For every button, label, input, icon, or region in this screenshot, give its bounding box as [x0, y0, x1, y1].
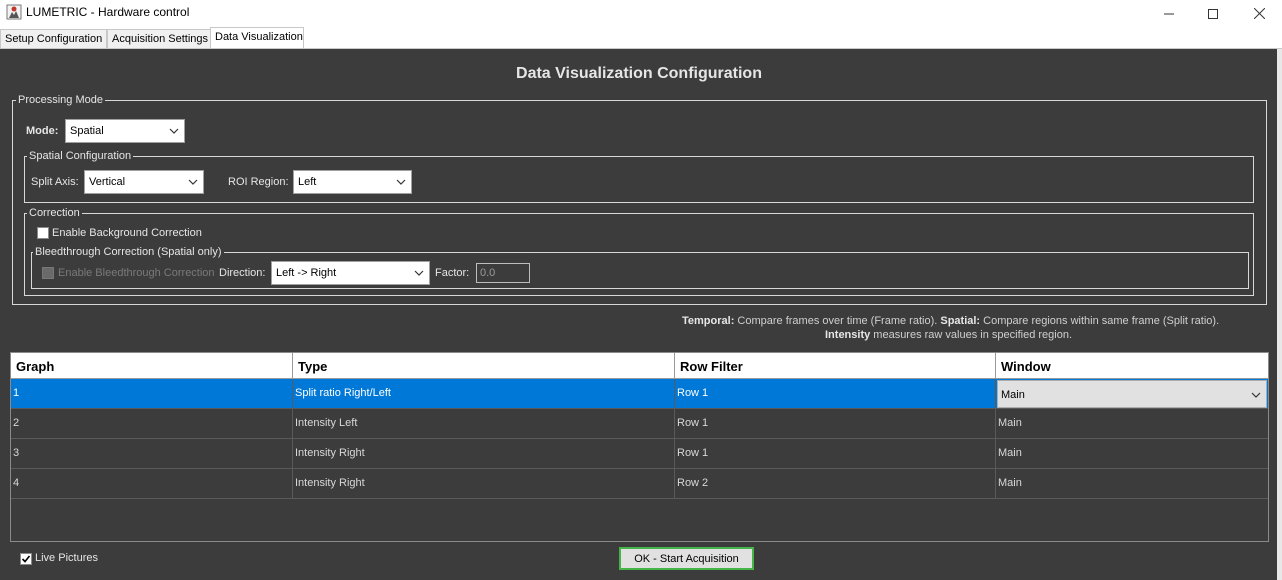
mode-help-line-2: Intensity measures raw values in specifi… [825, 329, 1072, 341]
tab-setup-configuration[interactable]: Setup Configuration [0, 29, 107, 49]
tab-acquisition-settings[interactable]: Acquisition Settings [107, 29, 211, 49]
split-axis-label: Split Axis: [31, 176, 79, 188]
cell-graph[interactable]: 4 [11, 469, 293, 499]
cell-graph[interactable]: 1 [11, 379, 293, 409]
roi-region-value: Left [298, 176, 317, 188]
bleedthrough-title: Bleedthrough Correction (Spatial only) [33, 246, 224, 258]
table-row[interactable]: 2 Intensity Left Row 1 Main [11, 409, 1268, 439]
close-button[interactable] [1236, 0, 1282, 27]
cell-row-filter[interactable]: Row 1 [675, 439, 996, 469]
cell-type[interactable]: Intensity Right [293, 469, 675, 499]
roi-region-label: ROI Region: [228, 176, 289, 188]
intensity-text: measures raw values in specified region. [870, 329, 1072, 341]
chevron-down-icon [414, 270, 424, 276]
column-header-row-filter[interactable]: Row Filter [675, 353, 996, 379]
cell-row-filter[interactable]: Row 1 [675, 409, 996, 439]
minimize-button[interactable] [1146, 0, 1192, 27]
column-header-type[interactable]: Type [293, 353, 675, 379]
cell-graph[interactable]: 3 [11, 439, 293, 469]
intensity-term: Intensity [825, 329, 871, 341]
table-row[interactable]: 3 Intensity Right Row 1 Main [11, 439, 1268, 469]
direction-label: Direction: [219, 267, 266, 279]
cell-window[interactable]: Main [996, 469, 1268, 499]
mode-select-value: Spatial [70, 125, 104, 137]
checkmark-icon [21, 555, 31, 563]
title-bar: LUMETRIC - Hardware control [0, 0, 1282, 27]
background-correction-checkbox[interactable] [37, 227, 49, 239]
temporal-term: Temporal: [682, 315, 735, 327]
cell-type[interactable]: Split ratio Right/Left [293, 379, 675, 409]
window-title: LUMETRIC - Hardware control [26, 5, 190, 19]
close-icon [1253, 8, 1265, 19]
column-header-graph[interactable]: Graph [11, 353, 293, 379]
spatial-configuration-group [24, 156, 1254, 203]
tab-data-visualization[interactable]: Data Visualization [210, 27, 304, 49]
split-axis-select[interactable]: Vertical [84, 170, 204, 194]
mode-help-line-1: Temporal: Compare frames over time (Fram… [682, 315, 1219, 327]
spatial-text: Compare regions within same frame (Split… [980, 315, 1220, 327]
cell-graph[interactable]: 2 [11, 409, 293, 439]
bleedthrough-checkbox[interactable] [42, 267, 54, 279]
graphs-table: Graph Type Row Filter Window 1 Split rat… [10, 352, 1269, 542]
direction-select[interactable]: Left -> Right [271, 261, 430, 285]
mode-select[interactable]: Spatial [65, 119, 185, 143]
chevron-down-icon [169, 128, 179, 134]
cell-window[interactable]: Main [996, 439, 1268, 469]
live-pictures-checkbox[interactable] [20, 553, 32, 565]
ok-start-acquisition-button[interactable]: OK - Start Acquisition [619, 547, 754, 570]
temporal-text: Compare frames over time (Frame ratio). [734, 315, 941, 327]
table-row[interactable]: 4 Intensity Right Row 2 Main [11, 469, 1268, 499]
maximize-button[interactable] [1190, 0, 1236, 27]
mode-label: Mode: [26, 125, 59, 137]
factor-label: Factor: [435, 267, 470, 279]
cell-row-filter[interactable]: Row 2 [675, 469, 996, 499]
roi-region-select[interactable]: Left [293, 170, 412, 194]
cell-window[interactable]: Main [996, 409, 1268, 439]
live-pictures-label: Live Pictures [35, 552, 98, 564]
spatial-term: Spatial: [940, 315, 981, 327]
chevron-down-icon [396, 179, 406, 185]
window-select-value: Main [1001, 389, 1025, 401]
direction-value: Left -> Right [276, 267, 337, 279]
cell-type[interactable]: Intensity Left [293, 409, 675, 439]
tab-strip: Setup Configuration Acquisition Settings… [0, 27, 1282, 49]
column-header-window[interactable]: Window [996, 353, 1268, 379]
correction-title: Correction [27, 207, 82, 219]
chevron-down-icon [188, 179, 198, 185]
app-icon [6, 4, 22, 20]
chevron-down-icon [1251, 392, 1261, 398]
factor-input[interactable]: 0.0 [476, 263, 530, 283]
background-correction-label: Enable Background Correction [52, 227, 202, 239]
spatial-configuration-title: Spatial Configuration [27, 150, 134, 162]
minimize-icon [1164, 13, 1174, 14]
table-row[interactable]: 1 Split ratio Right/Left Row 1 Main [11, 379, 1268, 409]
page-title: Data Visualization Configuration [516, 65, 762, 82]
maximize-icon [1208, 8, 1218, 19]
cell-type[interactable]: Intensity Right [293, 439, 675, 469]
window-select[interactable]: Main [997, 380, 1267, 408]
scrollbar-edge[interactable] [1277, 49, 1282, 580]
split-axis-value: Vertical [89, 176, 126, 188]
cell-row-filter[interactable]: Row 1 [675, 379, 996, 409]
processing-mode-title: Processing Mode [16, 94, 105, 106]
bleedthrough-label: Enable Bleedthrough Correction [58, 267, 215, 279]
